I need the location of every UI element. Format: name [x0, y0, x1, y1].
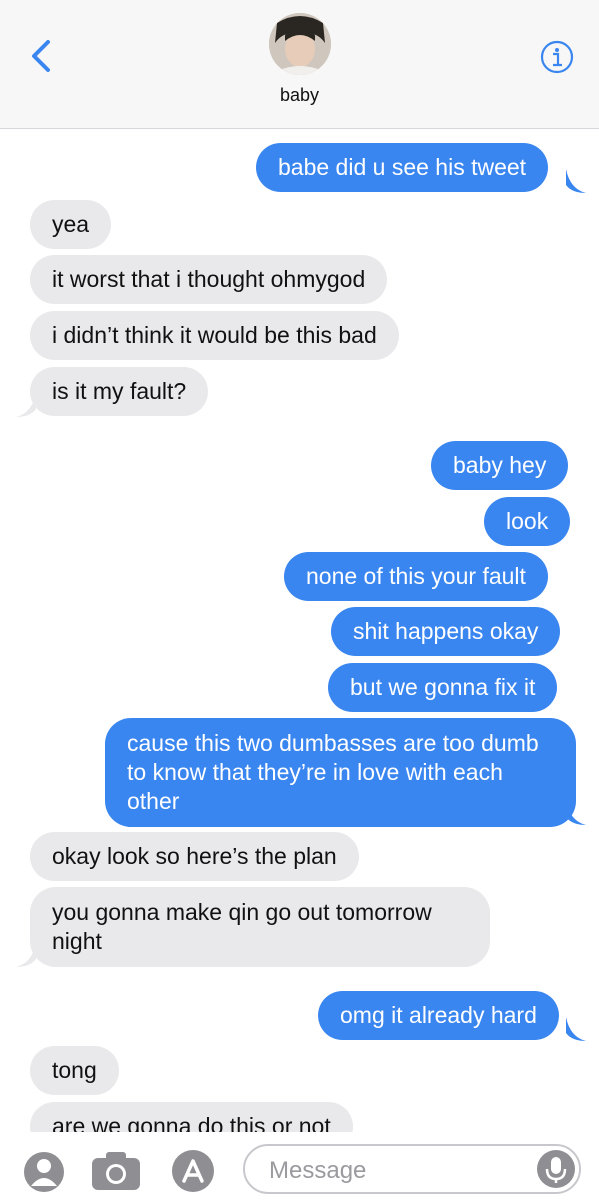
message-bubble-outgoing[interactable]: baby hey [431, 441, 569, 490]
contact-icon[interactable] [22, 1150, 66, 1194]
bubble-tail [16, 943, 36, 967]
message-bubble-outgoing[interactable]: look [484, 497, 571, 546]
message-text: omg it already hard [340, 1002, 537, 1028]
message-bubble-incoming[interactable]: it worst that i thought ohmygod [30, 255, 388, 304]
message-composer [0, 1132, 599, 1200]
message-bubble-incoming[interactable]: tong [30, 1046, 119, 1095]
message-text: is it my fault? [52, 378, 187, 404]
message-text: baby hey [453, 452, 547, 478]
microphone-icon [545, 1157, 567, 1183]
message-field[interactable] [243, 1144, 581, 1194]
message-bubble-outgoing[interactable]: babe did u see his tweet [256, 143, 549, 192]
message-text: look [506, 508, 549, 534]
message-bubble-outgoing[interactable]: but we gonna fix it [328, 663, 558, 712]
bubble-tail [16, 393, 36, 417]
message-bubble-incoming[interactable]: are we gonna do this or not [30, 1102, 353, 1132]
message-text: you gonna make qin go out tomorrow night [52, 899, 432, 954]
message-bubble-outgoing[interactable]: none of this your fault [284, 552, 548, 601]
bubble-tail [566, 169, 586, 193]
message-bubble-outgoing[interactable]: shit happens okay [331, 607, 561, 656]
message-text: cause this two dumbasses are too dumb to… [127, 730, 539, 814]
bubble-tail [566, 1017, 586, 1041]
message-text: tong [52, 1057, 97, 1083]
contact-avatar[interactable] [269, 13, 331, 75]
message-bubble-incoming[interactable]: okay look so here’s the plan [30, 832, 359, 881]
message-text: yea [52, 211, 90, 237]
message-bubble-incoming[interactable]: i didn’t think it would be this bad [30, 311, 399, 360]
microphone-button[interactable] [537, 1150, 575, 1188]
message-input[interactable] [267, 1152, 531, 1190]
message-bubble-outgoing[interactable]: omg it already hard [318, 991, 559, 1040]
message-text: none of this your fault [306, 563, 526, 589]
message-bubble-outgoing[interactable]: cause this two dumbasses are too dumb to… [105, 718, 576, 827]
back-chevron-icon[interactable] [28, 38, 58, 74]
message-text: are we gonna do this or not [52, 1113, 331, 1132]
bubble-tail [566, 801, 586, 825]
message-text: it worst that i thought ohmygod [52, 266, 366, 292]
conversation-header: baby [0, 0, 599, 129]
message-thread[interactable]: babe did u see his tweet yea it worst th… [0, 129, 599, 1132]
message-bubble-incoming[interactable]: is it my fault? [30, 367, 209, 416]
message-bubble-incoming[interactable]: yea [30, 200, 112, 249]
info-icon[interactable] [540, 40, 574, 74]
camera-icon[interactable] [90, 1150, 142, 1192]
message-text: babe did u see his tweet [278, 154, 527, 180]
message-text: shit happens okay [353, 618, 539, 644]
contact-name[interactable]: baby [0, 85, 599, 106]
app-store-icon[interactable] [170, 1148, 216, 1194]
message-text: okay look so here’s the plan [52, 843, 337, 869]
message-text: i didn’t think it would be this bad [52, 322, 377, 348]
message-text: but we gonna fix it [350, 674, 536, 700]
message-bubble-incoming[interactable]: you gonna make qin go out tomorrow night [30, 887, 490, 967]
